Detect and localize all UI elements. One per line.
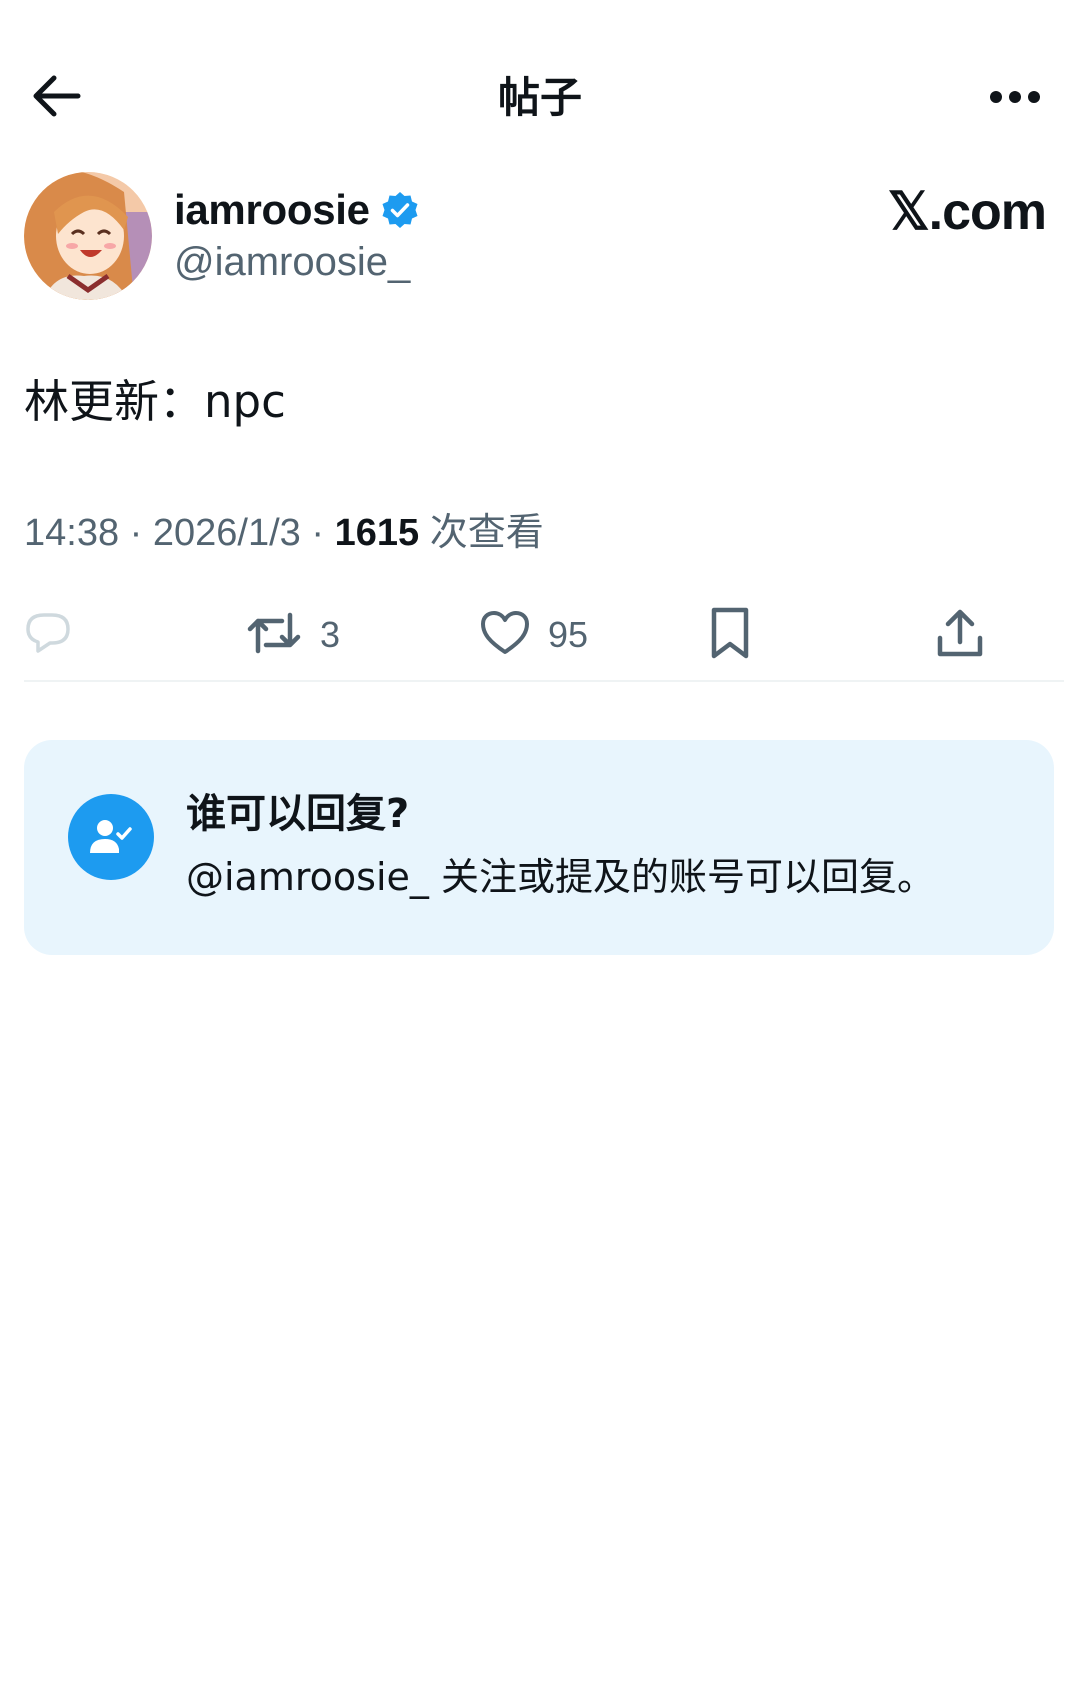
meta-separator: ·: [129, 512, 143, 554]
who-can-reply-description: @iamroosie_ 关注或提及的账号可以回复。: [186, 855, 935, 899]
more-options-button[interactable]: [980, 68, 1050, 128]
who-can-reply-title: 谁可以回复?: [186, 791, 410, 837]
post-author: iamroosie @iamroosie_ 𝕏.com: [24, 172, 1054, 302]
who-can-reply-card: 谁可以回复? @iamroosie_ 关注或提及的账号可以回复。: [24, 740, 1054, 955]
bookmark-icon: [708, 606, 752, 664]
more-horizontal-icon: [989, 89, 1041, 108]
like-count: 95: [548, 614, 589, 655]
heart-icon: [480, 610, 530, 660]
x-com-watermark: 𝕏.com: [887, 183, 1047, 241]
reply-button[interactable]: [24, 600, 90, 670]
post-text: 林更新：npc: [24, 375, 286, 428]
repost-count: 3: [320, 614, 341, 655]
post-time[interactable]: 14:38: [24, 512, 119, 554]
share-upload-icon: [936, 608, 984, 662]
bookmark-button[interactable]: [708, 600, 752, 670]
views-count: 1615: [334, 512, 420, 554]
page-title: 帖子: [497, 73, 582, 122]
repost-icon: [246, 609, 302, 661]
views-label: 次查看: [429, 512, 544, 554]
top-navigation-bar: 帖子: [0, 50, 1080, 140]
meta-separator: ·: [311, 512, 325, 554]
avatar[interactable]: [24, 172, 152, 300]
divider: [24, 680, 1064, 682]
reply-bubble-icon: [24, 611, 72, 659]
display-name[interactable]: iamroosie: [174, 186, 370, 234]
like-button[interactable]: 95: [480, 600, 588, 670]
display-name-row: iamroosie: [174, 182, 420, 238]
post-date[interactable]: 2026/1/3: [153, 512, 301, 554]
share-button[interactable]: [936, 600, 984, 670]
user-handle[interactable]: @iamroosie_: [174, 240, 410, 285]
verified-badge-icon: [380, 190, 420, 230]
repost-button[interactable]: 3: [246, 600, 340, 670]
reply-permission-icon: [68, 794, 154, 880]
post-meta: 14:38 · 2026/1/3 · 1615 次查看: [24, 508, 544, 558]
action-bar: 3 95: [24, 600, 1064, 670]
